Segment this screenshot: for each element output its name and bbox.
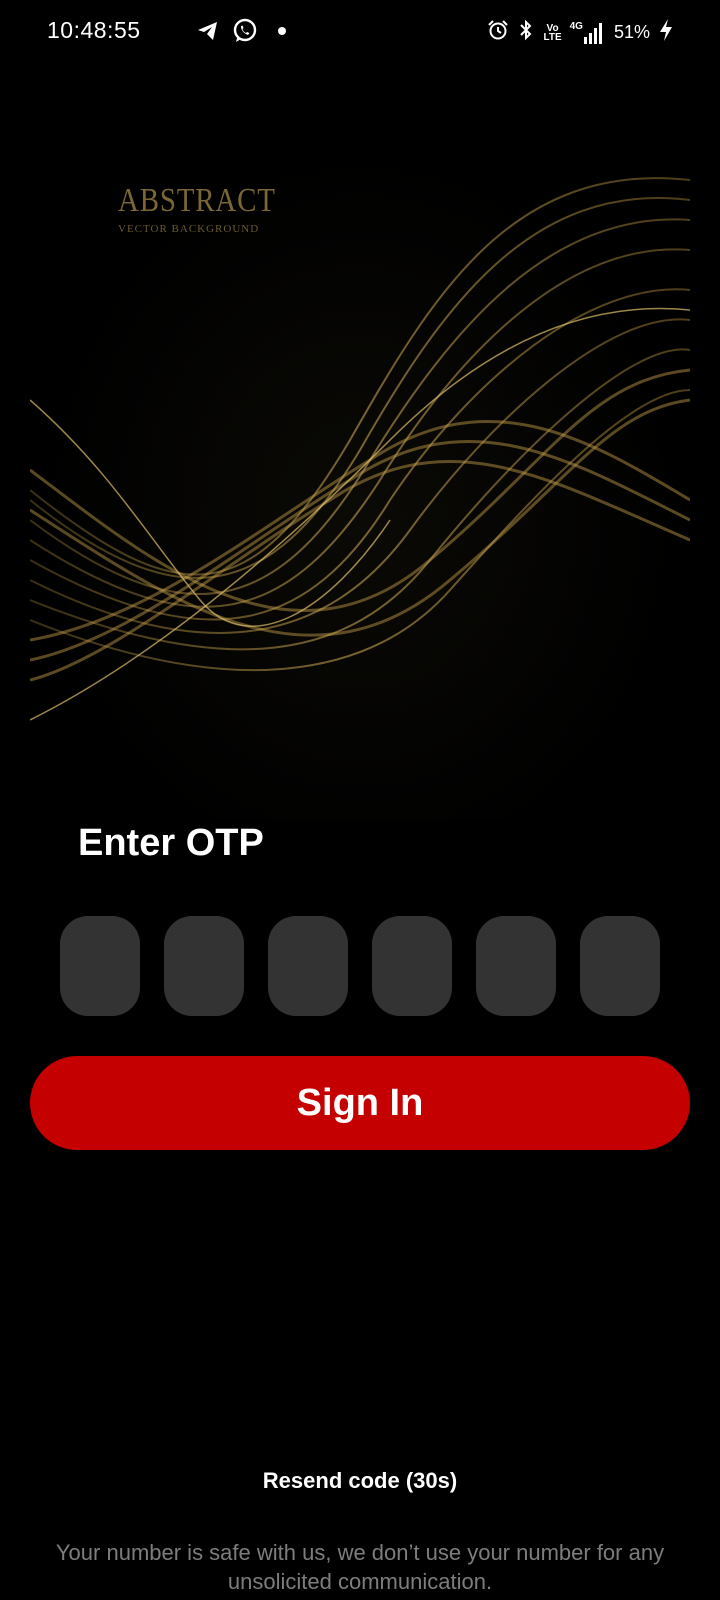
resend-code-link[interactable]: Resend code (30s) <box>0 1468 720 1494</box>
otp-digit-1[interactable] <box>60 916 140 1016</box>
battery-level: 51% <box>613 22 650 42</box>
notification-dot-icon <box>270 19 294 48</box>
status-left-icons <box>196 18 294 49</box>
otp-digit-5[interactable] <box>476 916 556 1016</box>
hero-subtitle: VECTOR BACKGROUND <box>118 223 260 235</box>
otp-digit-4[interactable] <box>372 916 452 1016</box>
otp-heading: Enter OTP <box>78 822 264 864</box>
status-right-icons: Vo LTE 4G 51% <box>487 18 674 47</box>
signal-icon: 4G <box>569 20 604 44</box>
volte-bottom-label: LTE <box>543 31 562 43</box>
hero-title: ABSTRACT <box>118 182 276 219</box>
status-time: 10:48:55 <box>47 17 141 43</box>
battery-charging-icon <box>658 18 674 47</box>
otp-input-group <box>60 916 660 1016</box>
volte-icon: Vo LTE <box>543 23 562 43</box>
alarm-icon <box>487 19 509 46</box>
hero-image: ABSTRACT VECTOR BACKGROUND <box>30 140 690 820</box>
whatsapp-icon <box>232 18 258 49</box>
bluetooth-icon <box>517 18 535 47</box>
otp-digit-2[interactable] <box>164 916 244 1016</box>
gold-wave-artwork <box>30 177 690 721</box>
telegram-icon <box>196 19 220 48</box>
sign-in-button[interactable]: Sign In <box>30 1056 690 1150</box>
otp-digit-3[interactable] <box>268 916 348 1016</box>
status-bar: 10:48:55 Vo LTE 4G 51% <box>0 0 720 64</box>
otp-digit-6[interactable] <box>580 916 660 1016</box>
privacy-note: Your number is safe with us, we don’t us… <box>55 1540 665 1594</box>
network-type-label: 4G <box>569 20 583 32</box>
